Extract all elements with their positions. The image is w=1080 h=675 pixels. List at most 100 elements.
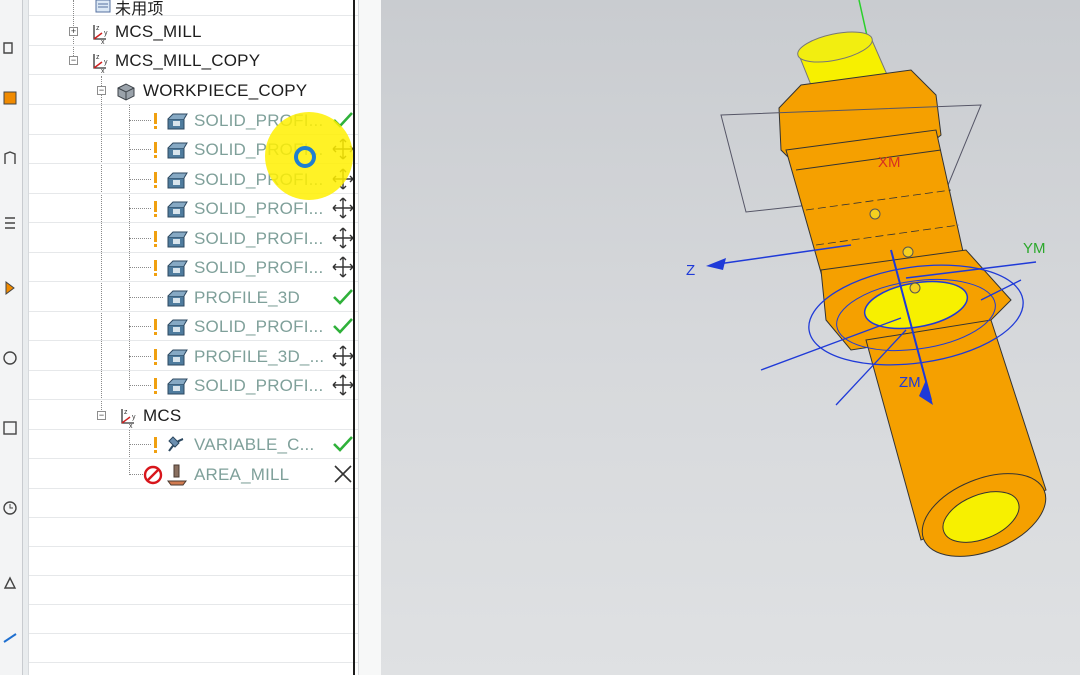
collapse-minus-icon[interactable]: −: [69, 56, 78, 65]
empty-row: [29, 605, 359, 634]
tree-row[interactable]: SOLID_PROFI...: [29, 312, 359, 341]
empty-row: [29, 576, 359, 605]
empty-row: [29, 547, 359, 576]
svg-text:z: z: [124, 409, 128, 416]
warning-icon: [151, 141, 159, 159]
move-icon: [332, 256, 354, 278]
tree-row-label: SOLID_PROFI...: [194, 229, 324, 248]
operation-navigator-icon[interactable]: [2, 90, 18, 106]
tree-row[interactable]: SOLID_PROFI...: [29, 224, 359, 253]
tree-row[interactable]: + zyx MCS_MILL: [29, 17, 359, 46]
check-icon: [333, 436, 353, 452]
mouse-cursor-icon: [294, 146, 316, 168]
svg-text:y: y: [104, 59, 108, 66]
collapse-minus-icon[interactable]: −: [97, 411, 106, 420]
workpiece-icon: [117, 83, 135, 101]
tree-row-label: MCS_MILL_COPY: [115, 51, 261, 70]
warning-icon: [151, 436, 159, 454]
web-browser-icon[interactable]: [2, 420, 18, 436]
warning-icon: [151, 377, 159, 395]
expand-plus-icon[interactable]: +: [69, 27, 78, 36]
part-navigator-icon[interactable]: [2, 215, 18, 231]
area-mill-icon: [167, 464, 187, 486]
svg-text:x: x: [101, 39, 105, 45]
tree-row-unused[interactable]: 未用项: [29, 0, 359, 18]
empty-row: [29, 489, 359, 518]
panel-splitter[interactable]: [358, 0, 382, 675]
warning-icon: [151, 112, 159, 130]
tree-row[interactable]: − zyx MCS_MILL_COPY: [29, 46, 359, 75]
warning-icon: [151, 230, 159, 248]
tree-row[interactable]: PROFILE_3D_...: [29, 342, 359, 371]
empty-row: [29, 518, 359, 547]
clock-icon[interactable]: [2, 500, 18, 516]
mcs-coordinate-icon: zyx: [93, 54, 108, 74]
svg-text:x: x: [101, 68, 105, 74]
role-icon[interactable]: [2, 575, 18, 591]
collapse-minus-icon[interactable]: −: [97, 86, 106, 95]
svg-text:x: x: [129, 423, 133, 429]
warning-icon: [151, 171, 159, 189]
tree-row[interactable]: AREA_MILL: [29, 460, 359, 489]
axis-label-zm: ZM: [899, 374, 921, 391]
svg-text:z: z: [96, 54, 100, 61]
axis-label-ym: YM: [1023, 240, 1046, 257]
solid-profile-icon: [167, 172, 188, 189]
assembly-icon[interactable]: [2, 280, 18, 296]
graphics-viewport[interactable]: XM YM ZM Z: [381, 0, 1080, 675]
tree-row[interactable]: SOLID_PROFI...: [29, 371, 359, 400]
operation-navigator-panel: 未用项 + zyx MCS_MILL − zyx MCS_MILL_COPY −…: [28, 0, 359, 675]
tree-row-label: WORKPIECE_COPY: [143, 81, 308, 100]
tree-row-label: VARIABLE_C...: [194, 435, 315, 454]
navigator-icon[interactable]: [2, 40, 18, 56]
tree-row-label: AREA_MILL: [194, 465, 290, 484]
move-icon: [332, 197, 354, 219]
variable-contour-icon: [168, 436, 184, 452]
mcs-coordinate-icon: zyx: [121, 409, 136, 429]
solid-profile-icon: [167, 142, 188, 159]
tree-row-label: PROFILE_3D: [194, 288, 300, 307]
tree-row-label: SOLID_PROFI...: [194, 376, 324, 395]
palette-icon[interactable]: [2, 630, 18, 646]
history-icon[interactable]: [2, 350, 18, 366]
profile-3d-icon: [167, 290, 188, 307]
unused-items-icon: [95, 0, 111, 13]
check-icon: [333, 289, 353, 305]
tree-row-label: MCS: [143, 406, 182, 425]
machine-tool-icon[interactable]: [2, 150, 18, 166]
mcs-coordinate-icon: zyx: [93, 25, 108, 45]
solid-profile-icon: [167, 378, 188, 395]
move-icon: [332, 227, 354, 249]
empty-row: [29, 634, 359, 663]
check-icon: [333, 318, 353, 334]
tree-row[interactable]: − WORKPIECE_COPY: [29, 76, 359, 105]
move-icon: [332, 345, 354, 367]
tree-row-label: MCS_MILL: [115, 22, 202, 41]
tree-row[interactable]: SOLID_PROFI...: [29, 253, 359, 282]
profile-3d-icon: [167, 349, 188, 366]
svg-text:y: y: [104, 30, 108, 37]
tree-row[interactable]: PROFILE_3D: [29, 283, 359, 312]
warning-icon: [151, 348, 159, 366]
axis-label-xm: XM: [878, 154, 901, 171]
warning-icon: [151, 259, 159, 277]
solid-profile-icon: [167, 231, 188, 248]
tree-row[interactable]: VARIABLE_C...: [29, 430, 359, 459]
tree-row-label: SOLID_PROFI...: [194, 199, 324, 218]
svg-text:y: y: [132, 414, 136, 421]
tree-row-label: SOLID_PROFI...: [194, 317, 324, 336]
cross-icon: [334, 465, 352, 483]
prohibited-icon: [143, 465, 163, 485]
resource-bar: [0, 0, 23, 675]
tree-row-label: PROFILE_3D_...: [194, 347, 325, 366]
column-divider[interactable]: [353, 0, 355, 675]
solid-profile-icon: [167, 201, 188, 218]
solid-profile-icon: [167, 113, 188, 130]
tree-row[interactable]: − zyx MCS: [29, 401, 359, 430]
svg-text:z: z: [96, 25, 100, 32]
tree-row-label: SOLID_PROFI...: [194, 258, 324, 277]
move-icon: [332, 374, 354, 396]
axis-label-z: Z: [686, 262, 696, 279]
warning-icon: [151, 200, 159, 218]
solid-profile-icon: [167, 260, 188, 277]
